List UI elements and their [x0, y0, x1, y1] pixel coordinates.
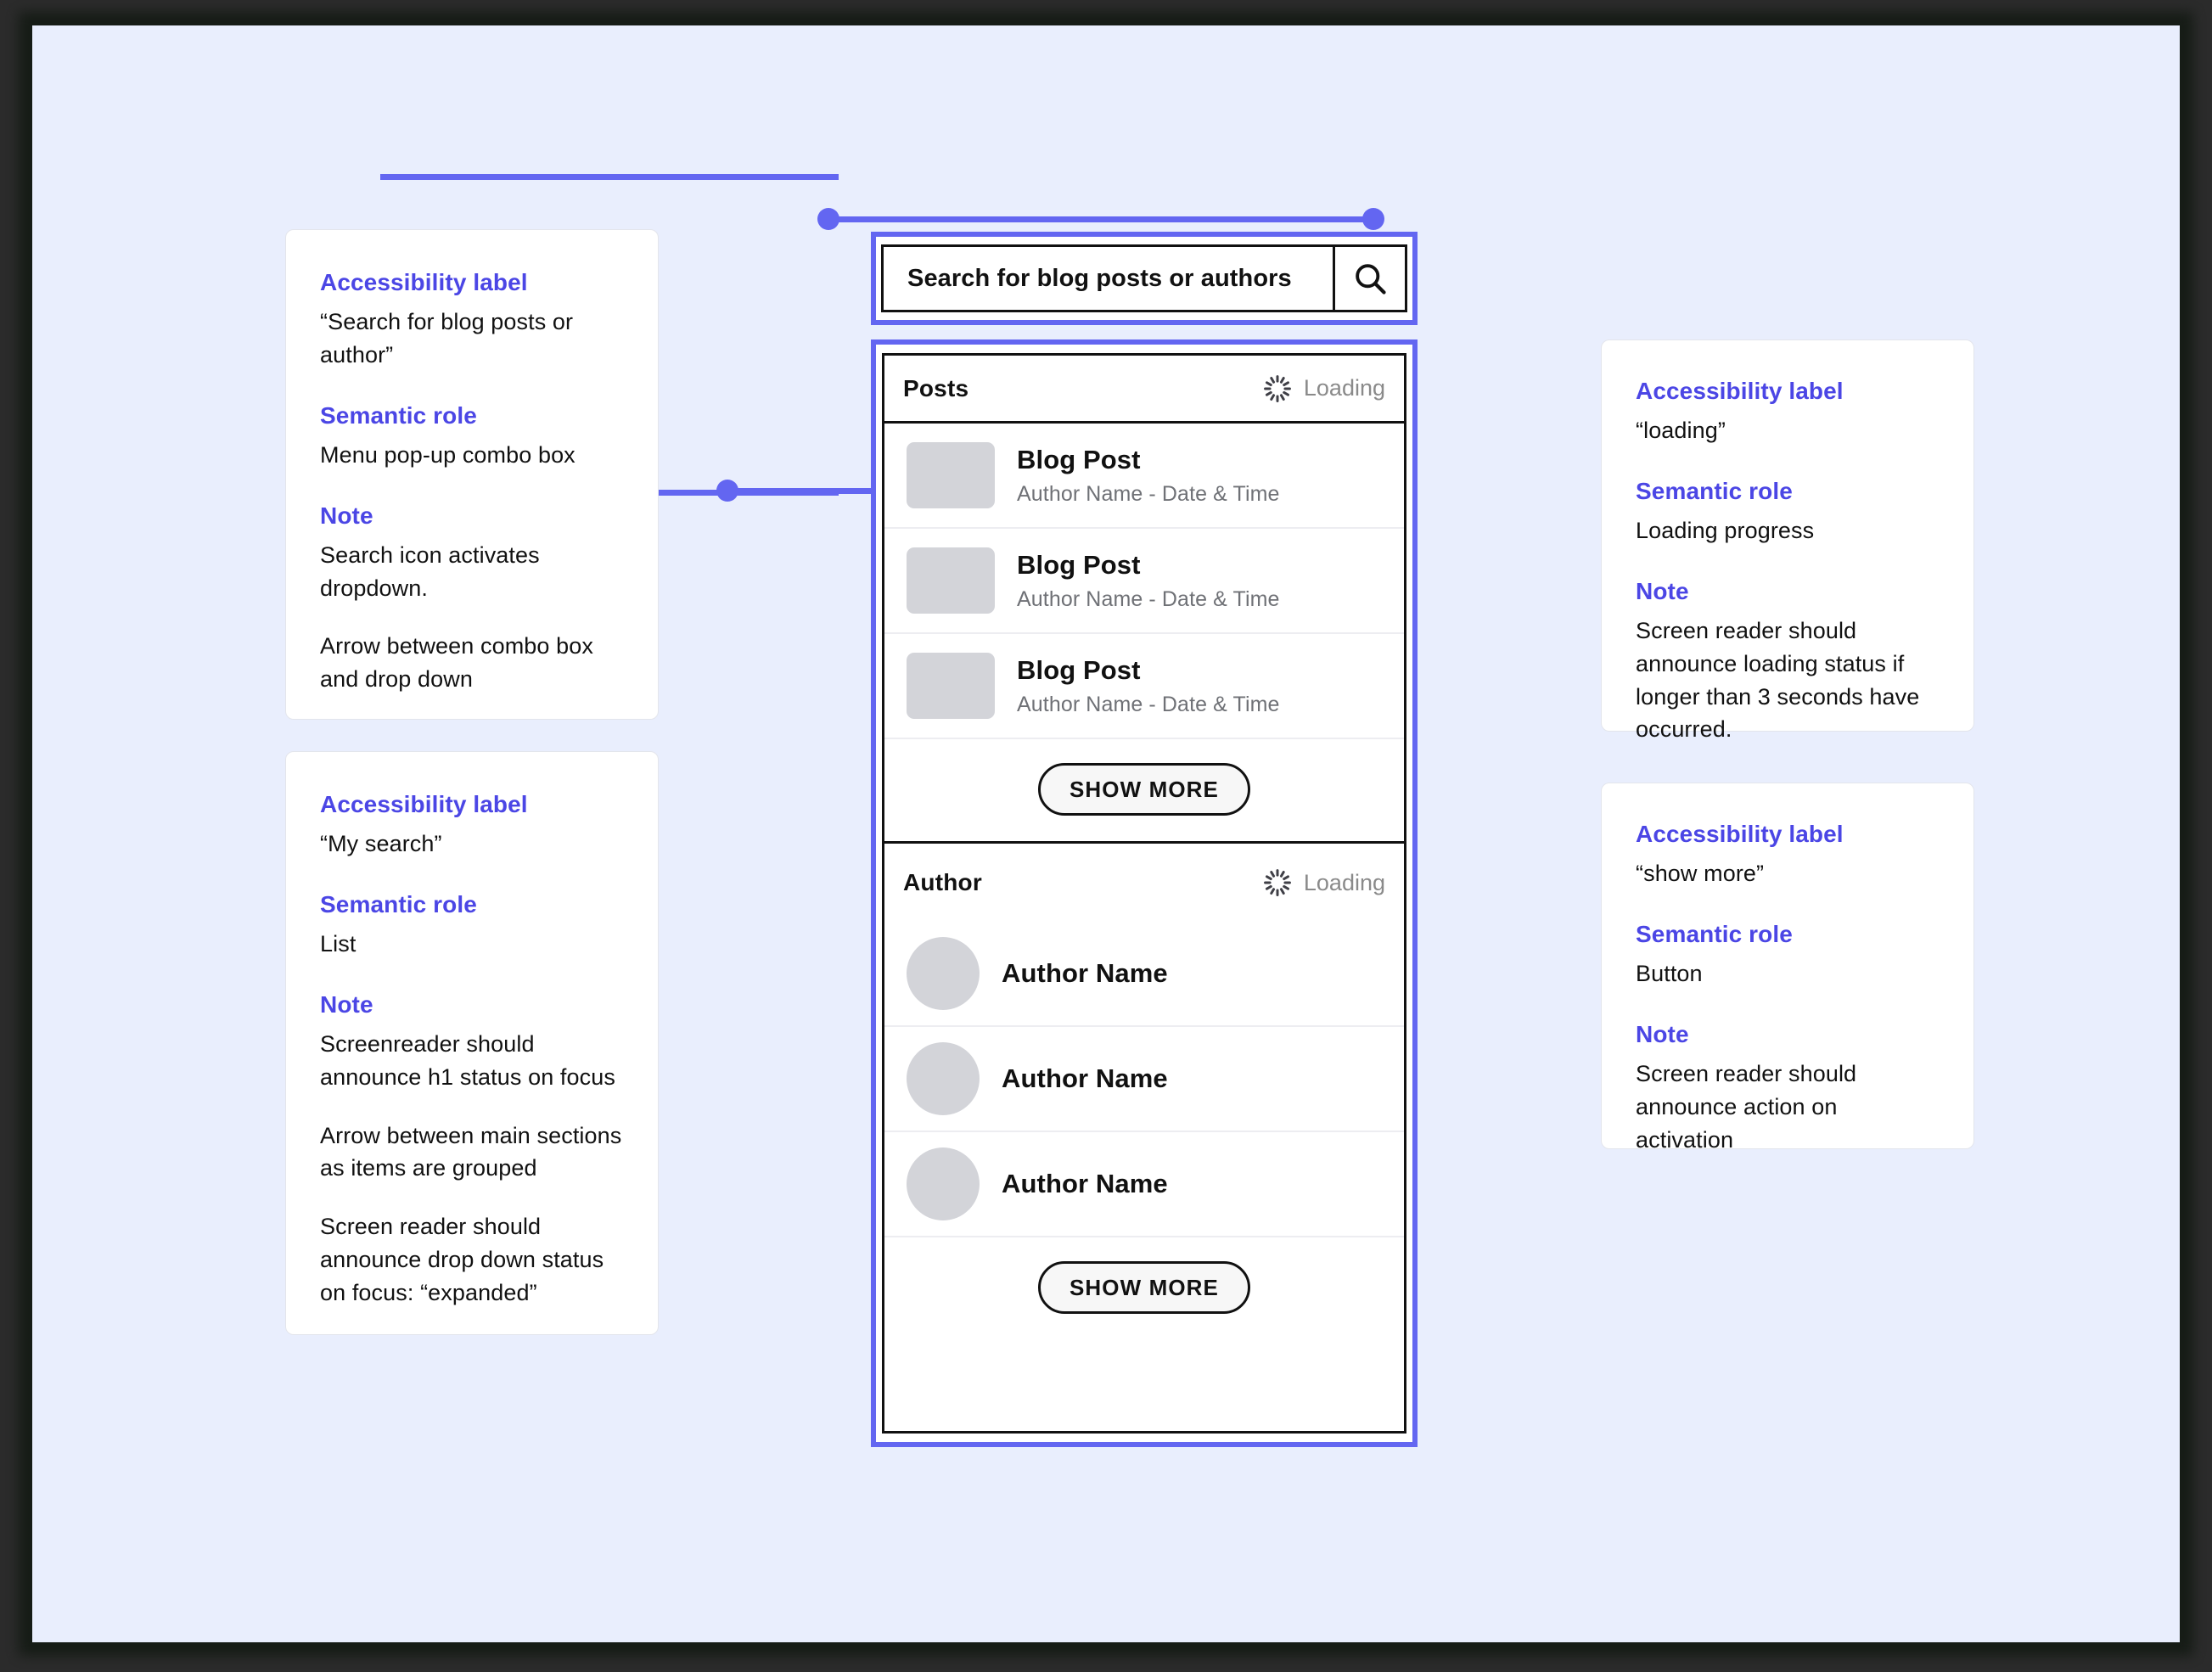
post-title: Blog Post	[1017, 654, 1141, 685]
author-name: Author Name	[1002, 1063, 1168, 1093]
annotation-heading-semantic-role: Semantic role	[1636, 920, 1793, 947]
annotation-card-show-more: Accessibility label “show more” Semantic…	[1601, 783, 1974, 1153]
post-thumbnail-placeholder	[907, 653, 995, 719]
main-panel-selection: Posts Loading Blog Post Author Name - Da…	[871, 339, 1418, 1447]
post-meta: Author Name - Date & Time	[1017, 481, 1280, 506]
author-show-more-container: SHOW MORE	[884, 1237, 1404, 1339]
author-loading-label: Loading	[1303, 869, 1385, 895]
post-list-item[interactable]: Blog Post Author Name - Date & Time	[884, 634, 1404, 739]
post-title: Blog Post	[1017, 549, 1141, 580]
search-bar[interactable]: Search for blog posts or authors	[881, 244, 1407, 312]
search-input[interactable]: Search for blog posts or authors	[884, 247, 1333, 310]
annotation-value-semantic-role: List	[320, 930, 357, 957]
avatar	[907, 937, 980, 1010]
search-bar-selection: Search for blog posts or authors	[871, 232, 1418, 325]
posts-loading-indicator: Loading	[1263, 374, 1385, 403]
author-section-header: Author Loading	[884, 844, 1404, 922]
post-list-item[interactable]: Blog Post Author Name - Date & Time	[884, 529, 1404, 634]
post-meta: Author Name - Date & Time	[1017, 692, 1280, 716]
post-list-item[interactable]: Blog Post Author Name - Date & Time	[884, 424, 1404, 529]
annotation-value-semantic-role: Button	[1636, 960, 1703, 986]
annotation-card-loading: Accessibility label “loading” Semantic r…	[1601, 339, 1974, 742]
avatar	[907, 1042, 980, 1115]
connector-loading	[828, 216, 1373, 222]
design-canvas: Accessibility label “Search for blog pos…	[32, 25, 2180, 1642]
connector-search	[380, 174, 839, 180]
annotation-value-accessibility-label: “show more”	[1636, 861, 1765, 886]
annotation-note-line-2: Arrow between main sections as items are…	[320, 1122, 622, 1181]
annotation-note-line-1: Search icon activates dropdown.	[320, 541, 540, 601]
author-show-more-button[interactable]: SHOW MORE	[1037, 1261, 1250, 1314]
post-meta: Author Name - Date & Time	[1017, 586, 1280, 611]
annotation-value-accessibility-label: “Search for blog posts or author”	[320, 309, 574, 368]
author-list-item[interactable]: Author Name	[884, 922, 1404, 1027]
annotation-value-accessibility-label: “My search”	[320, 831, 442, 856]
annotation-heading-semantic-role: Semantic role	[1636, 477, 1793, 504]
annotation-value-semantic-role: Loading progress	[1636, 517, 1815, 543]
posts-loading-label: Loading	[1303, 375, 1385, 401]
annotation-note-line-2: Arrow between combo box and drop down	[320, 633, 593, 693]
author-loading-indicator: Loading	[1263, 868, 1385, 897]
main-panel: Posts Loading Blog Post Author Name - Da…	[882, 353, 1406, 1434]
connector-dot-showmore-left	[716, 480, 738, 502]
spinner-icon	[1263, 374, 1291, 402]
post-title: Blog Post	[1017, 444, 1141, 474]
author-name: Author Name	[1002, 958, 1168, 988]
spinner-icon	[1263, 869, 1291, 896]
annotation-heading-accessibility-label: Accessibility label	[1636, 378, 1844, 404]
annotation-value-accessibility-label: “loading”	[1636, 418, 1726, 443]
annotation-heading-semantic-role: Semantic role	[320, 401, 477, 429]
annotation-heading-note: Note	[1636, 1020, 1689, 1047]
posts-show-more-container: SHOW MORE	[884, 739, 1404, 844]
annotation-value-semantic-role: Menu pop-up combo box	[320, 441, 575, 468]
annotation-note-line-3: Screen reader should announce drop down …	[320, 1214, 604, 1305]
annotation-heading-accessibility-label: Accessibility label	[320, 791, 528, 817]
connector-dot-loading-left	[817, 208, 839, 230]
posts-section-title: Posts	[903, 374, 969, 401]
annotation-heading-accessibility-label: Accessibility label	[1636, 821, 1844, 847]
avatar	[907, 1147, 980, 1220]
author-list-item[interactable]: Author Name	[884, 1027, 1404, 1132]
annotation-note-line-1: Screen reader should announce action on …	[1636, 1060, 1857, 1153]
annotation-heading-semantic-role: Semantic role	[320, 890, 477, 917]
connector-dot-loading-right	[1362, 208, 1384, 230]
annotation-heading-accessibility-label: Accessibility label	[320, 269, 528, 295]
annotation-heading-note: Note	[320, 990, 373, 1018]
annotation-heading-note: Note	[1636, 577, 1689, 604]
posts-section-header: Posts Loading	[884, 356, 1404, 424]
post-thumbnail-placeholder	[907, 547, 995, 614]
annotation-note-line-1: Screenreader should announce h1 status o…	[320, 1030, 615, 1090]
search-icon	[1356, 264, 1386, 295]
annotation-card-search: Accessibility label “Search for blog pos…	[285, 229, 659, 720]
post-thumbnail-placeholder	[907, 442, 995, 508]
author-name: Author Name	[1002, 1169, 1168, 1198]
annotation-note-line-1: Screen reader should announce loading st…	[1636, 617, 1920, 743]
author-list-item[interactable]: Author Name	[884, 1132, 1404, 1237]
posts-show-more-button[interactable]: SHOW MORE	[1037, 763, 1250, 816]
author-section-title: Author	[903, 869, 982, 895]
annotation-card-list: Accessibility label “My search” Semantic…	[285, 751, 659, 1335]
search-button[interactable]	[1333, 247, 1405, 310]
annotation-heading-note: Note	[320, 502, 373, 529]
